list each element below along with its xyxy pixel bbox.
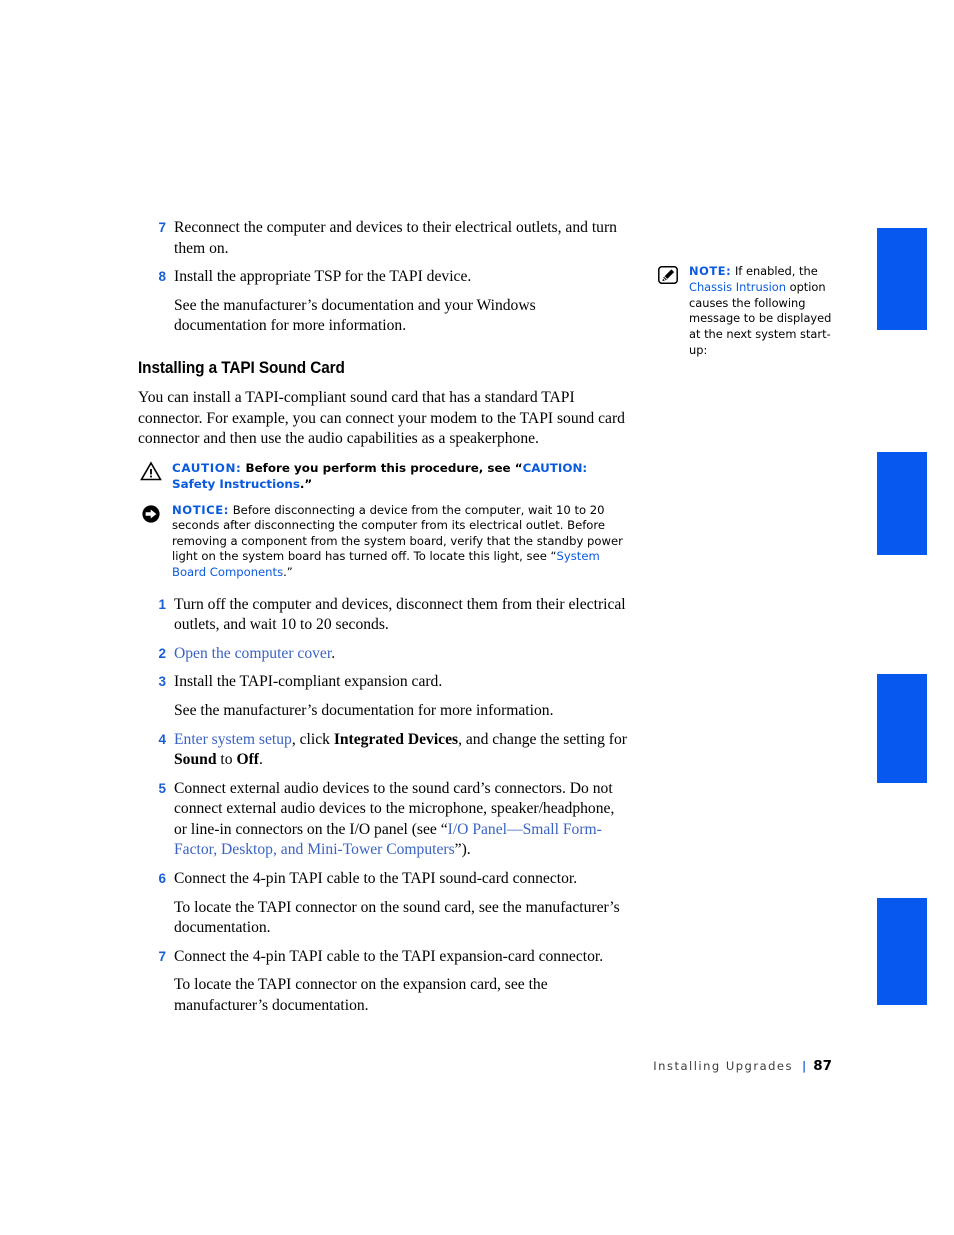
margin-note-text: NOTE: If enabled, the Chassis Intrusion …: [689, 264, 838, 359]
step-continuation-text: To locate the TAPI connector on the expa…: [174, 976, 548, 1015]
step-number: 7: [158, 948, 166, 964]
caution-text-after: .”: [299, 477, 313, 492]
caution-block: CAUTION: Before you perform this procedu…: [138, 460, 630, 493]
step-number: 6: [158, 871, 166, 887]
step-text: Connect external audio devices to the so…: [174, 779, 630, 861]
step-text-after: ”).: [454, 841, 471, 859]
tab-marker-3: [877, 674, 927, 783]
caution-text: CAUTION: Before you perform this procedu…: [172, 460, 630, 493]
step-text: Turn off the computer and devices, disco…: [174, 595, 626, 634]
warning-triangle-icon: [140, 461, 162, 481]
note-link[interactable]: Chassis Intrusion: [689, 280, 786, 294]
step-continuation-text: To locate the TAPI connector on the soun…: [174, 898, 620, 937]
margin-note-block: NOTE: If enabled, the Chassis Intrusion …: [658, 264, 838, 359]
step-number: 7: [158, 220, 166, 235]
step-bold-term: Off: [236, 751, 259, 769]
step-bold-term: Integrated Devices: [333, 730, 459, 748]
step-number: 3: [158, 674, 166, 690]
step-text: Connect the 4-pin TAPI cable to the TAPI…: [174, 947, 604, 965]
document-page: 7 Reconnect the computer and devices to …: [0, 0, 954, 1235]
list-item: 3 Install the TAPI-compliant expansion c…: [138, 672, 630, 693]
step-text: Enter system setup, click Integrated Dev…: [174, 730, 630, 771]
step-text: Install the TAPI-compliant expansion car…: [174, 673, 443, 691]
list-item: 8 Install the appropriate TSP for the TA…: [138, 267, 630, 288]
step-continuation-text: See the manufacturer’s documentation for…: [174, 701, 554, 719]
step-link[interactable]: Open the computer cover: [174, 645, 331, 662]
page-number: 87: [813, 1058, 832, 1074]
notice-label: NOTICE:: [172, 502, 230, 517]
notice-text-before: Before disconnecting a device from the c…: [172, 502, 623, 564]
tab-marker-4: [877, 898, 927, 1005]
step-text-after: .: [331, 644, 336, 662]
step-link[interactable]: Enter system setup: [174, 731, 292, 748]
list-item: 4 Enter system setup, click Integrated D…: [138, 730, 630, 771]
footer-separator: |: [802, 1059, 807, 1073]
list-item: 7 Reconnect the computer and devices to …: [138, 218, 630, 259]
step-text: Reconnect the computer and devices to th…: [174, 219, 617, 257]
page-title: Installing a TAPI Sound Card: [138, 358, 345, 377]
notice-block: NOTICE: Before disconnecting a device fr…: [138, 503, 630, 581]
list-item: 5 Connect external audio devices to the …: [138, 779, 630, 861]
caution-label: CAUTION:: [172, 460, 242, 475]
list-item: 7 Connect the 4-pin TAPI cable to the TA…: [138, 947, 630, 968]
step-bold-term: Sound: [174, 751, 217, 769]
step-text: Open the computer cover.: [174, 644, 630, 665]
list-item: 2 Open the computer cover.: [138, 644, 630, 665]
step-number: 4: [158, 731, 166, 747]
main-content-column: 7 Reconnect the computer and devices to …: [138, 218, 630, 1025]
notice-text: NOTICE: Before disconnecting a device fr…: [172, 503, 630, 581]
tab-marker-1: [877, 228, 927, 330]
footer-chapter-title: Installing Upgrades: [653, 1059, 793, 1073]
section-intro-paragraph: You can install a TAPI-compliant sound c…: [138, 388, 625, 448]
tab-marker-2: [877, 452, 927, 555]
list-item: 6 Connect the 4-pin TAPI cable to the TA…: [138, 869, 630, 890]
step-number: 5: [158, 780, 166, 796]
notice-text-after: .”: [283, 564, 293, 579]
step-text-mid: , and change the setting for: [458, 730, 627, 748]
step-continuation-text: See the manufacturer’s documentation and…: [174, 296, 536, 335]
step-number: 1: [158, 596, 166, 612]
note-label: NOTE:: [689, 264, 732, 278]
step-text: Connect the 4-pin TAPI cable to the TAPI…: [174, 870, 578, 888]
list-item: 1 Turn off the computer and devices, dis…: [138, 595, 630, 636]
note-text-before: If enabled, the: [731, 264, 818, 278]
step-number: 8: [158, 269, 166, 285]
caution-text-before: Before you perform this procedure, see “: [241, 460, 523, 475]
step-text-mid: to: [216, 751, 237, 769]
step-text-after: .: [258, 751, 263, 769]
step-text-mid: , click: [291, 730, 334, 748]
step-number: 2: [158, 645, 166, 661]
notice-arrow-icon: [140, 504, 162, 524]
page-footer: Installing Upgrades | 87: [0, 1058, 832, 1074]
pencil-note-icon: [658, 266, 678, 284]
step-text: Install the appropriate TSP for the TAPI…: [174, 268, 472, 286]
